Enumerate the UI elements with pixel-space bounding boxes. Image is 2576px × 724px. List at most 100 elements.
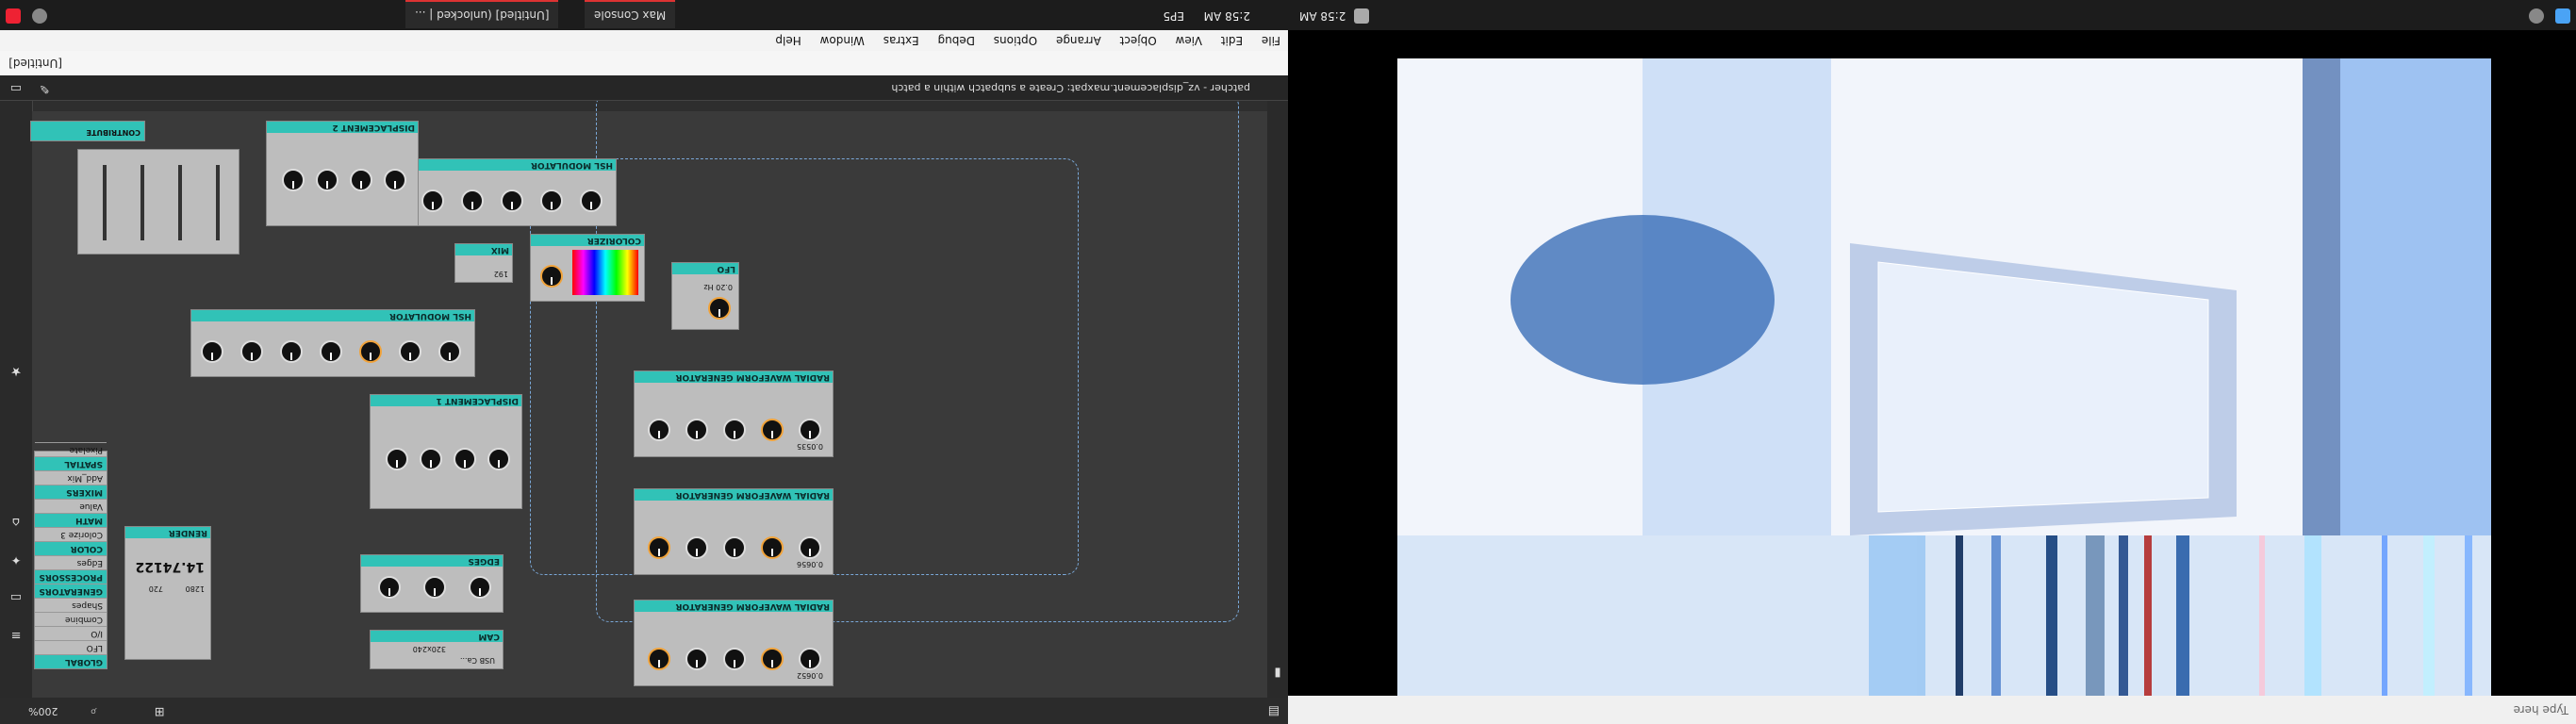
clock: 2:58 AM: [1203, 9, 1250, 23]
new-icon[interactable]: ▭: [9, 81, 23, 95]
list-item[interactable]: SPATIAL: [35, 456, 107, 470]
menu-help[interactable]: Help: [768, 30, 808, 51]
module-title: DISPLACEMENT 2: [267, 122, 418, 133]
module-colorizer[interactable]: COLORIZER: [530, 234, 645, 302]
value: 0.0535: [797, 442, 823, 451]
patcher-top-toolbar: patcher - vz_displacement.maxpat: Create…: [0, 75, 1288, 101]
module-radial-waveform-1[interactable]: 0.0535 RADIAL WAVEFORM GENERATOR: [634, 370, 834, 457]
lock-icon[interactable]: ▤: [1267, 704, 1280, 718]
module-title: MIX: [455, 244, 512, 255]
menu-icon[interactable]: ≡: [9, 628, 23, 642]
list-item[interactable]: LFO: [35, 640, 107, 654]
render-height: 720: [148, 584, 163, 593]
module-render[interactable]: 14.74122 1280 720 RENDER: [124, 526, 211, 660]
module-title: LFO: [672, 263, 738, 274]
star-icon[interactable]: ★: [9, 364, 23, 378]
menu-bar: File Edit View Object Arrange Options De…: [0, 30, 1288, 51]
mix-value: 192: [493, 270, 508, 278]
patcher-bottom-toolbar: ▤ ⊞ ⌕ 200%: [0, 697, 1288, 724]
search-input[interactable]: Type here: [1288, 696, 2576, 724]
search-icon[interactable]: [32, 8, 47, 24]
module-title: HSL MODULATOR: [191, 310, 474, 321]
list-item[interactable]: MIXERS: [35, 485, 107, 499]
tab-max-console[interactable]: Max Console: [585, 0, 676, 28]
list-item[interactable]: PROCESSORS: [35, 569, 107, 584]
right-sidebar: ▮: [1267, 94, 1288, 698]
module-mix[interactable]: 192 MIX: [454, 243, 513, 283]
cam-device: USB Ca...: [459, 656, 495, 665]
list-item[interactable]: Shapes: [35, 598, 107, 612]
module-radial-waveform-2[interactable]: 0.0656 RADIAL WAVEFORM GENERATOR: [634, 488, 834, 575]
menu-edit[interactable]: Edit: [1214, 30, 1250, 51]
menu-view[interactable]: View: [1168, 30, 1210, 51]
value: 0.0652: [797, 671, 823, 680]
search-icon[interactable]: [2529, 8, 2544, 24]
module-edges[interactable]: EDGES: [360, 554, 504, 613]
module-title: DISPLACEMENT 1: [371, 395, 521, 406]
module-title: CAM: [371, 631, 503, 642]
object-icon[interactable]: ▭: [9, 590, 23, 604]
taskbar-right: Max Console [Untitled] (unlocked | ... 2…: [0, 0, 1288, 30]
menu-object[interactable]: Object: [1113, 30, 1164, 51]
module-radial-waveform-3[interactable]: 0.0652 RADIAL WAVEFORM GENERATOR: [634, 600, 834, 686]
tag-icon[interactable]: ⌂: [9, 515, 23, 529]
list-item[interactable]: Colorize 3: [35, 527, 107, 541]
module-title: RENDER: [125, 527, 210, 538]
tab-untitled[interactable]: [Untitled] (unlocked | ...: [405, 0, 559, 28]
menu-extras[interactable]: Extras: [876, 30, 927, 51]
video-frame: [1397, 58, 2491, 696]
patcher-canvas[interactable]: 0.0652 RADIAL WAVEFORM GENERATOR 0.0656 …: [30, 92, 1267, 698]
list-item[interactable]: GENERATORS: [35, 584, 107, 598]
module-contribute[interactable]: CONTRIBUTE: [30, 121, 145, 141]
module-title: COLORIZER: [531, 235, 644, 246]
lfo-rate: 0.20 Hz: [703, 283, 733, 291]
module-title: RADIAL WAVEFORM GENERATOR: [635, 489, 833, 501]
category-list[interactable]: GLOBAL LFO I/O Combine Shapes GENERATORS…: [34, 442, 107, 669]
module-mixer[interactable]: [77, 149, 239, 255]
module-title: EDGES: [361, 555, 503, 567]
module-displacement-2[interactable]: DISPLACEMENT 2: [266, 121, 419, 226]
list-item[interactable]: Edges: [35, 555, 107, 569]
status-hint: patcher - vz_displacement.maxpat: Create…: [891, 82, 1250, 94]
list-item[interactable]: GLOBAL: [35, 654, 107, 668]
list-item[interactable]: Combine: [35, 612, 107, 626]
module-title: RADIAL WAVEFORM GENERATOR: [635, 371, 833, 383]
module-title: RADIAL WAVEFORM GENERATOR: [635, 601, 833, 612]
list-item[interactable]: I/O: [35, 626, 107, 640]
menu-arrange[interactable]: Arrange: [1049, 30, 1109, 51]
glitch-image: [1397, 58, 2491, 696]
zoom-icon[interactable]: ⌕: [87, 704, 100, 718]
module-lfo[interactable]: 0.20 Hz LFO: [671, 262, 739, 330]
menu-debug[interactable]: Debug: [931, 30, 983, 51]
scroll-icon[interactable]: ▮: [1271, 666, 1284, 680]
edit-icon[interactable]: ✎: [38, 81, 51, 95]
render-width: 1280: [185, 584, 205, 593]
menu-file[interactable]: File: [1254, 30, 1288, 51]
list-item[interactable]: COLOR: [35, 541, 107, 555]
fps-readout: 14.74122: [135, 559, 205, 574]
list-item[interactable]: MATH: [35, 513, 107, 527]
module-cam[interactable]: USB Ca... 320x240 CAM: [370, 630, 504, 669]
color-picker[interactable]: [572, 250, 638, 295]
module-title: CONTRIBUTE: [86, 128, 140, 137]
module-hsl-modulator-2[interactable]: HSL MODULATOR: [190, 309, 475, 377]
zoom-level[interactable]: 200%: [28, 705, 58, 717]
network-icon[interactable]: [1354, 8, 1369, 24]
menu-window[interactable]: Window: [813, 30, 872, 51]
cam-resolution: 320x240: [412, 645, 446, 653]
list-item[interactable]: Value: [35, 499, 107, 513]
value: 0.0656: [797, 560, 823, 568]
windows-icon[interactable]: [2555, 8, 2570, 24]
list-item[interactable]: Add_Mix: [35, 470, 107, 485]
module-displacement-1[interactable]: DISPLACEMENT 1: [370, 394, 522, 509]
taskbar-left: 2:58 AM: [1288, 0, 2576, 30]
clock: 2:58 AM: [1299, 9, 1346, 23]
start-icon[interactable]: [6, 8, 21, 24]
menu-options[interactable]: Options: [986, 30, 1045, 51]
package-icon[interactable]: ✦: [9, 552, 23, 567]
window-titlebar: [Untitled] (unlocked | saving disabled): [0, 32, 1288, 75]
video-output-window: Type here 2:58 AM: [1288, 0, 2576, 724]
left-sidebar: ≡ ▭ ✦ ⌂ ★: [0, 94, 33, 698]
grid-icon[interactable]: ⊞: [153, 704, 166, 718]
list-item[interactable]: Pixelate: [35, 442, 107, 456]
